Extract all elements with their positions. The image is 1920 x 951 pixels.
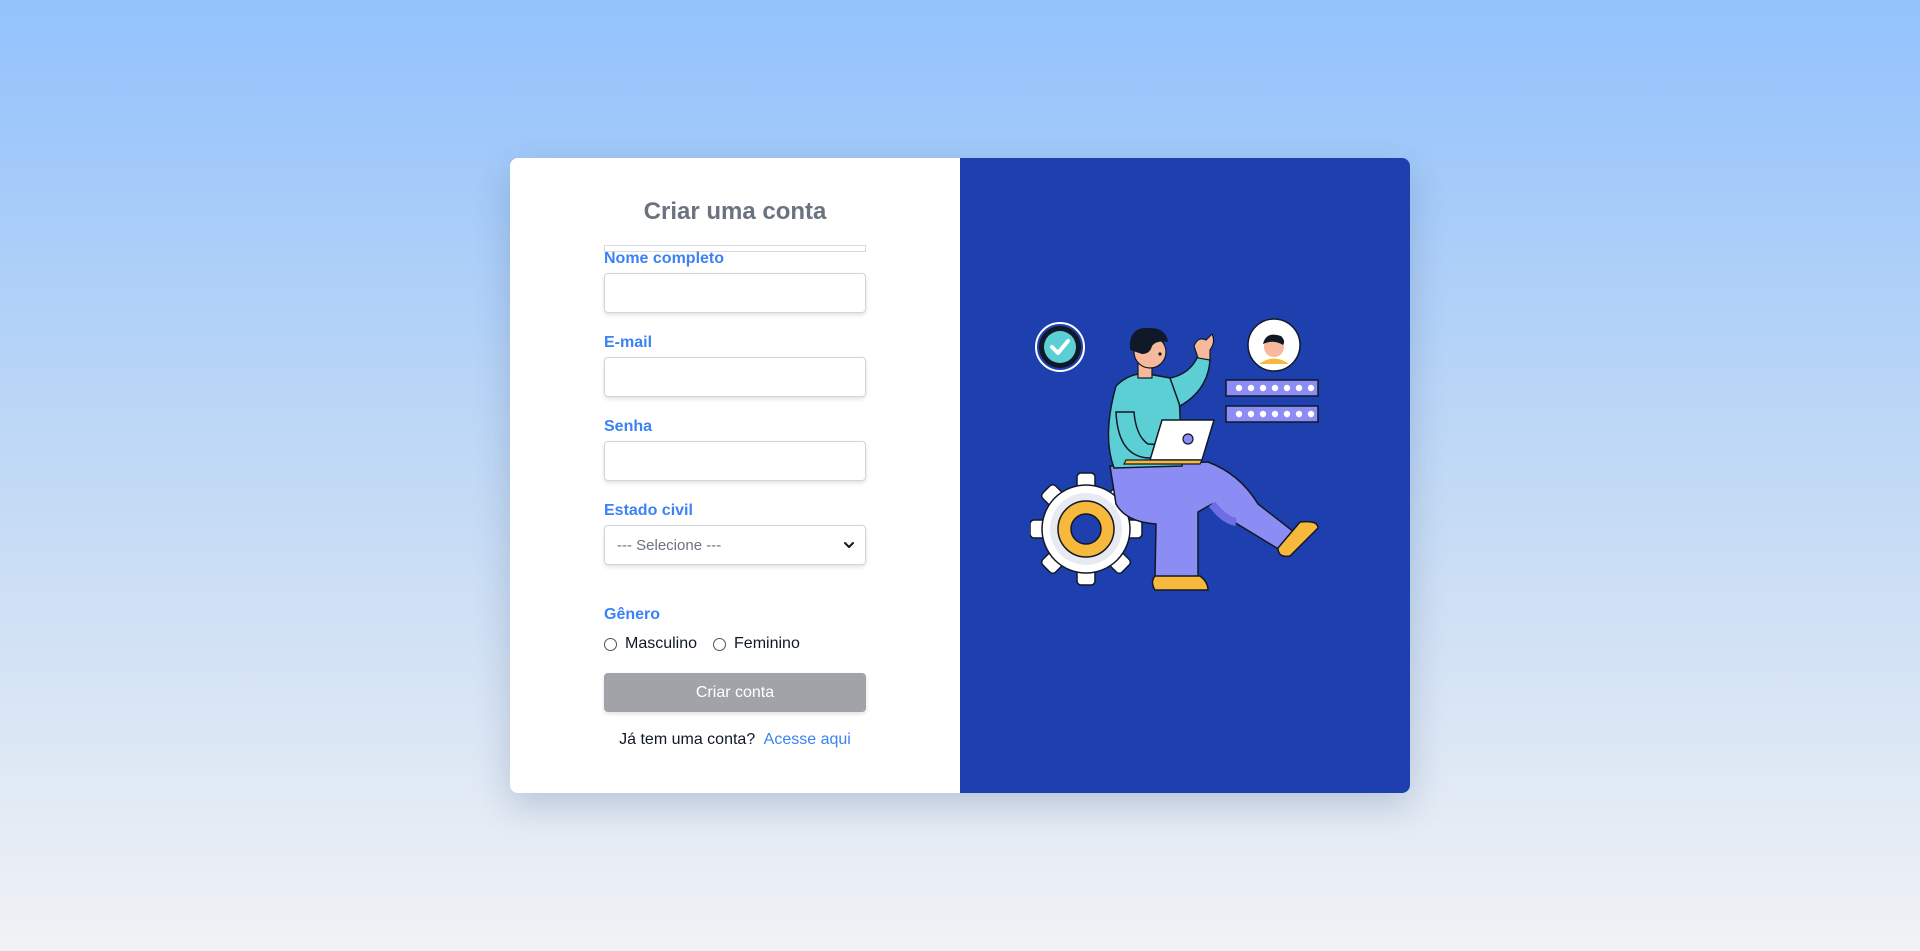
- form-panel: Criar uma conta Nome completo E-mail Sen…: [510, 158, 960, 793]
- name-label: Nome completo: [604, 250, 725, 267]
- email-label: E-mail: [604, 334, 653, 351]
- page-title: Criar uma conta: [643, 198, 827, 225]
- gender-option-label: Masculino: [625, 635, 698, 652]
- create-account-button[interactable]: Criar conta: [604, 673, 866, 712]
- gender-radio-group: Masculino Feminino: [604, 635, 816, 653]
- signup-illustration: [1030, 318, 1319, 591]
- login-prompt-text: Já tem uma conta?: [619, 731, 756, 748]
- radio-circle[interactable]: [604, 637, 617, 651]
- marital-status-label: Estado civil: [604, 502, 693, 519]
- illustration-panel: [960, 158, 1410, 793]
- login-prompt-row: Já tem uma conta? Acesse aqui: [604, 731, 866, 749]
- radio-circle[interactable]: [713, 637, 727, 651]
- marital-status-value: --- Selecione ---: [617, 536, 722, 554]
- gender-option-masculino[interactable]: Masculino: [604, 635, 697, 653]
- marital-status-select[interactable]: --- Selecione ---: [604, 525, 866, 565]
- gender-label: Gênero: [604, 606, 661, 623]
- user-avatar-icon: [1247, 318, 1301, 372]
- signup-card: Criar uma conta Nome completo E-mail Sen…: [510, 158, 1410, 793]
- login-link[interactable]: Acesse aqui: [764, 731, 851, 748]
- gender-option-feminino[interactable]: Feminino: [713, 635, 800, 653]
- password-label: Senha: [604, 418, 653, 435]
- email-input[interactable]: [604, 357, 866, 397]
- checkmark-badge-icon: [1035, 322, 1085, 372]
- gender-option-label: Feminino: [734, 635, 800, 652]
- chevron-down-icon: [844, 542, 854, 548]
- password-field-icon: [1225, 379, 1319, 423]
- name-input[interactable]: [604, 273, 866, 313]
- password-input[interactable]: [604, 441, 866, 481]
